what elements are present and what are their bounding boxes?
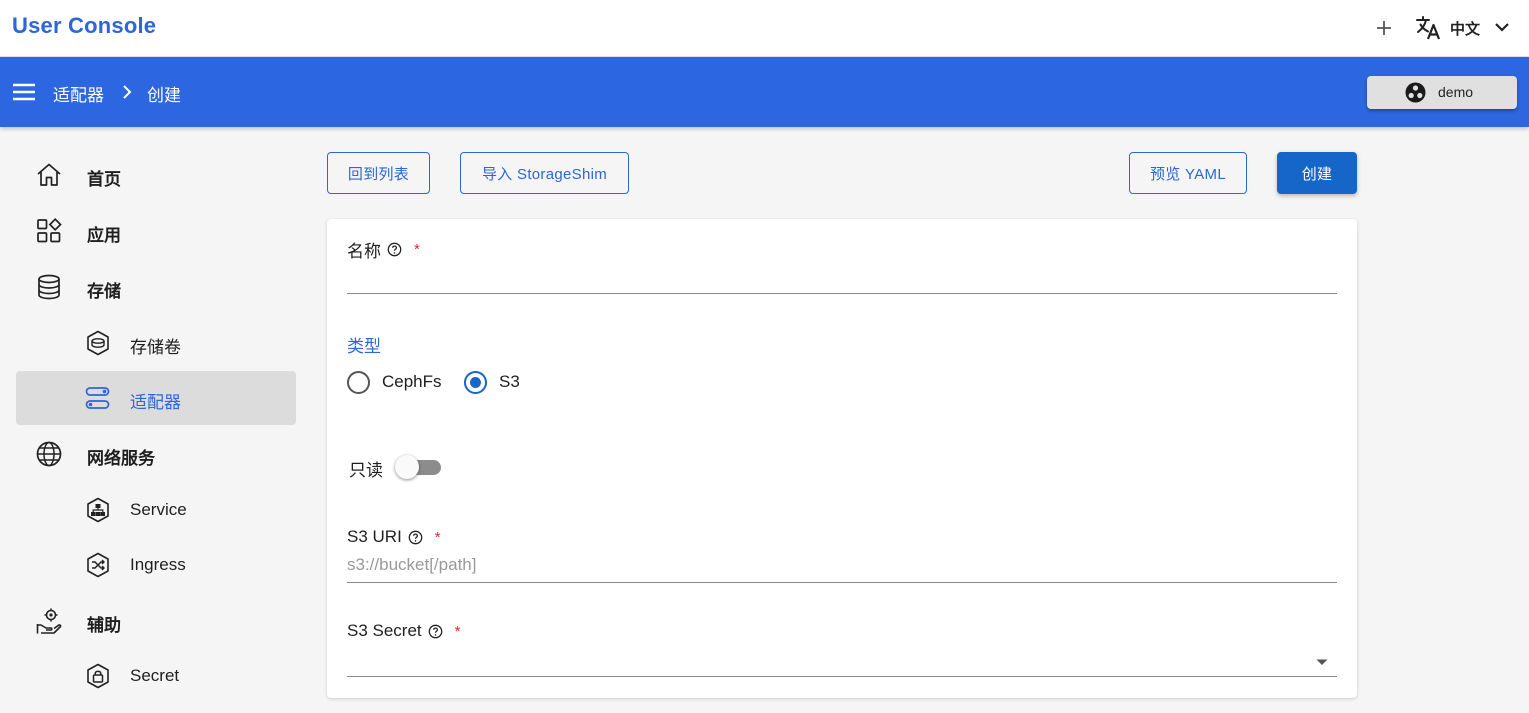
top-app-bar: User Console 中文 <box>0 0 1529 57</box>
help-icon[interactable] <box>428 624 443 639</box>
name-input-underline <box>347 293 1337 294</box>
breadcrumb-item-adapter[interactable]: 适配器 <box>53 81 104 106</box>
s3-secret-underline <box>347 676 1337 677</box>
type-radio-cephfs[interactable]: CephFs <box>347 369 442 395</box>
readonly-switch[interactable] <box>395 454 443 480</box>
sidebar-item-label: 存储卷 <box>130 338 181 357</box>
sidebar-item-label: 存储 <box>87 282 121 301</box>
sidebar-item-network[interactable]: 网络服务 <box>16 427 296 481</box>
sidebar-item-label: Ingress <box>130 555 186 574</box>
sidebar-item-label: 应用 <box>87 226 121 245</box>
sidebar-item-label: Secret <box>130 666 180 685</box>
create-button[interactable]: 创建 <box>1277 152 1357 194</box>
adapter-icon <box>85 387 110 409</box>
menu-icon[interactable] <box>12 81 36 103</box>
required-mark: * <box>434 528 441 546</box>
radio-button-checked[interactable] <box>464 370 487 394</box>
sidebar-item-apps[interactable]: 应用 <box>16 204 296 258</box>
sidebar: 首页 应用 存储 存储卷 适配器 网络服务 Service Ingress 辅助… <box>0 127 312 713</box>
sidebar-item-home[interactable]: 首页 <box>16 148 296 202</box>
lock-icon <box>87 663 109 689</box>
service-icon <box>87 497 109 523</box>
dropdown-arrow-icon[interactable] <box>1315 655 1329 669</box>
database-icon <box>38 274 60 300</box>
ingress-icon <box>87 552 109 578</box>
apps-icon <box>37 217 62 243</box>
radio-button[interactable] <box>347 370 370 394</box>
s3-uri-label: S3 URI * <box>347 527 441 546</box>
sidebar-item-ingress[interactable]: Ingress <box>16 538 296 592</box>
s3-uri-input[interactable] <box>347 551 1337 579</box>
radio-dot <box>470 376 481 388</box>
radio-label: S3 <box>499 372 520 391</box>
home-icon <box>37 163 61 186</box>
helper-icon <box>36 608 62 634</box>
name-input[interactable] <box>347 264 1337 292</box>
sidebar-item-label: 网络服务 <box>87 449 155 468</box>
sidebar-item-service[interactable]: Service <box>16 483 296 537</box>
sidebar-item-label: 首页 <box>87 170 121 189</box>
switch-thumb[interactable] <box>395 455 419 479</box>
globe-icon <box>36 441 62 467</box>
type-radio-s3[interactable]: S3 <box>464 369 520 395</box>
required-mark: * <box>414 241 420 258</box>
help-icon[interactable] <box>408 530 423 545</box>
volume-icon <box>87 330 109 356</box>
namespace-icon <box>1405 82 1426 103</box>
app-title[interactable]: User Console <box>12 13 156 39</box>
chevron-right-icon <box>123 85 132 99</box>
help-icon[interactable] <box>387 242 402 257</box>
sidebar-item-secret[interactable]: Secret <box>16 649 296 703</box>
readonly-label: 只读 <box>349 461 383 480</box>
chevron-down-icon[interactable] <box>1492 17 1512 37</box>
breadcrumb-item-create: 创建 <box>147 86 181 105</box>
sidebar-item-helper[interactable]: 辅助 <box>16 594 296 648</box>
translate-icon[interactable] <box>1414 14 1442 42</box>
sidebar-item-storage[interactable]: 存储 <box>16 260 296 314</box>
required-mark: * <box>454 622 461 640</box>
radio-label: CephFs <box>382 372 442 391</box>
s3-uri-input-underline <box>347 582 1337 583</box>
sidebar-item-label: 适配器 <box>130 393 181 412</box>
s3-secret-select[interactable] <box>347 647 1337 677</box>
import-storageshim-button[interactable]: 导入 StorageShim <box>460 152 629 194</box>
namespace-button[interactable]: demo <box>1367 76 1517 109</box>
back-to-list-button[interactable]: 回到列表 <box>327 152 430 194</box>
language-selector[interactable]: 中文 <box>1450 18 1480 39</box>
preview-yaml-button[interactable]: 预览 YAML <box>1129 152 1247 194</box>
plus-icon[interactable] <box>1372 14 1396 42</box>
breadcrumb-bar: 适配器 创建 demo <box>0 57 1529 127</box>
sidebar-item-label: Service <box>130 500 187 519</box>
s3-secret-label: S3 Secret * <box>347 621 461 640</box>
form-card: 名称 * 类型 CephFs S3 只读 S3 URI * S3 <box>327 219 1357 698</box>
namespace-label: demo <box>1438 84 1474 100</box>
type-label: 类型 <box>347 337 381 356</box>
name-label: 名称 * <box>347 241 420 261</box>
sidebar-item-volumes[interactable]: 存储卷 <box>16 316 296 370</box>
sidebar-item-label: 辅助 <box>87 616 121 635</box>
sidebar-item-adapters[interactable]: 适配器 <box>16 371 296 425</box>
